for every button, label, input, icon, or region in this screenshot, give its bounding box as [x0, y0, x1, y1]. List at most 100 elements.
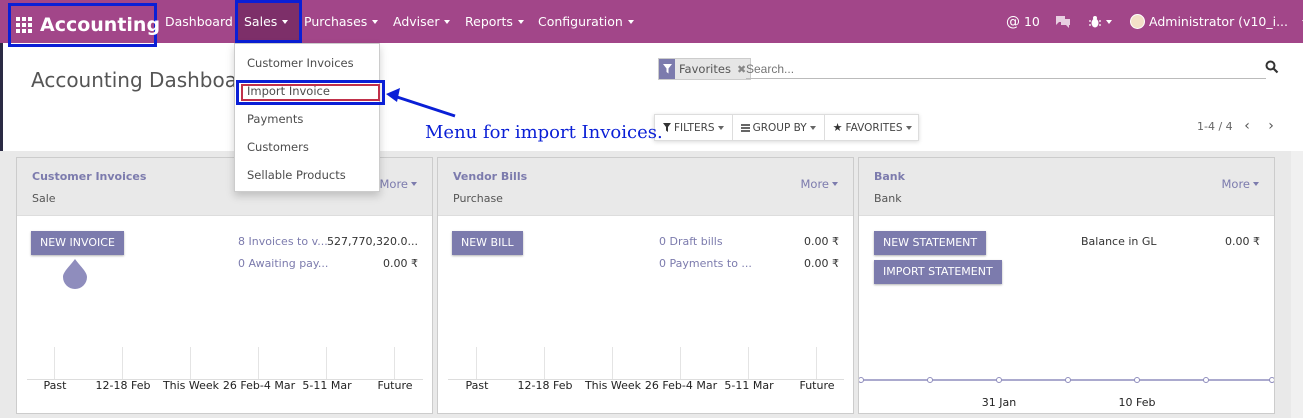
import-statement-button[interactable]: IMPORT STATEMENT	[874, 260, 1002, 284]
chevron-down-icon	[444, 20, 451, 24]
chevron-down-icon	[282, 20, 289, 24]
search-bar[interactable]: Favorites ✖	[655, 55, 1287, 85]
mentions-count: 10	[1023, 14, 1040, 29]
nav-sales[interactable]: Sales	[244, 0, 289, 43]
x-tick-label: Future	[377, 379, 413, 392]
chevron-left-icon: ‹	[1244, 118, 1250, 134]
chart-gridline	[394, 347, 395, 379]
card-title[interactable]: Vendor Bills	[453, 170, 527, 183]
user-name: Administrator (v10_i...	[1149, 14, 1289, 29]
chevron-down-icon	[809, 125, 816, 130]
nav-configuration[interactable]: Configuration	[538, 0, 634, 43]
card-title[interactable]: Customer Invoices	[32, 170, 146, 183]
stat-label[interactable]: 0 Awaiting pay...	[238, 257, 328, 270]
pager-next-button[interactable]: ›	[1263, 117, 1279, 135]
close-icon[interactable]: ✖	[737, 63, 746, 76]
balance-label: Balance in GL	[1081, 235, 1157, 248]
import-invoice-highlight	[236, 80, 385, 105]
x-tick-label: 5-11 Mar	[302, 379, 352, 392]
nav-reports[interactable]: Reports	[465, 0, 524, 43]
stat-label[interactable]: 0 Draft bills	[659, 235, 723, 248]
app-name: Accounting	[40, 14, 161, 36]
chart-gridline	[54, 347, 55, 379]
chevron-down-icon	[517, 20, 524, 24]
chevron-down-icon	[372, 20, 379, 24]
more-button[interactable]: More	[800, 177, 838, 191]
x-tick-label: This Week	[584, 379, 642, 392]
chevron-down-icon	[905, 125, 912, 130]
new-statement-button[interactable]: NEW STATEMENT	[874, 231, 987, 255]
chevron-down-icon	[717, 125, 724, 130]
more-button[interactable]: More	[1221, 177, 1259, 191]
chevron-right-icon: ›	[1268, 118, 1274, 134]
chart-gridline	[544, 347, 545, 379]
top-navbar: Accounting Dashboard Sales Purchases Adv…	[0, 0, 1303, 47]
sales-dropdown-menu: Customer Invoices Import Invoice Payment…	[234, 43, 380, 192]
chevron-down-icon	[411, 182, 417, 186]
x-tick-label: 12-18 Feb	[517, 379, 573, 392]
search-input[interactable]	[746, 59, 1266, 79]
search-icon[interactable]	[1265, 60, 1279, 77]
card-title[interactable]: Bank	[874, 170, 905, 183]
chevron-down-icon	[627, 20, 634, 24]
chat-button[interactable]	[1055, 0, 1071, 43]
x-tick-label: 5-11 Mar	[724, 379, 774, 392]
tooltip-drop-icon	[63, 259, 87, 289]
pager-previous-button[interactable]: ‹	[1239, 117, 1255, 135]
stat-label[interactable]: 0 Payments to ...	[659, 257, 752, 270]
app-brand[interactable]: Accounting	[8, 3, 161, 47]
x-tick-label: 31 Jan	[981, 396, 1017, 409]
apps-grid-icon[interactable]	[16, 17, 32, 33]
new-invoice-button[interactable]: NEW INVOICE	[31, 231, 124, 255]
card-subtitle: Sale	[32, 192, 56, 205]
user-menu[interactable]: Administrator (v10_i...	[1130, 0, 1303, 43]
filter-icon	[663, 123, 671, 132]
menu-item-customer-invoices[interactable]: Customer Invoices	[247, 56, 354, 70]
journal-card-vendor-bills: Vendor Bills Purchase More NEW BILL 0 Dr…	[437, 157, 854, 414]
x-tick-label: Past	[465, 379, 489, 392]
chevron-down-icon	[1253, 182, 1259, 186]
chart-gridline	[476, 347, 477, 379]
window-edge	[0, 43, 3, 151]
x-tick-label: 12-18 Feb	[95, 379, 151, 392]
page-title: Accounting Dashboard	[31, 68, 258, 92]
stat-label[interactable]: 8 Invoices to v...	[238, 235, 328, 248]
x-tick-label: Past	[43, 379, 67, 392]
nav-adviser[interactable]: Adviser	[393, 0, 451, 43]
stat-value: 527,770,320.0...	[327, 235, 418, 248]
filters-button[interactable]: FILTERS	[655, 115, 733, 140]
stat-value: 0.00 ₹	[383, 257, 418, 270]
x-tick-label: 10 Feb	[1118, 396, 1156, 409]
stat-value: 0.00 ₹	[804, 235, 839, 248]
chart-gridline	[190, 347, 191, 379]
menu-item-customers[interactable]: Customers	[247, 140, 309, 154]
journal-card-customer-invoices: Customer Invoices Sale More NEW INVOICE …	[16, 157, 433, 414]
chart-gridline	[680, 347, 681, 379]
menu-item-sellable-products[interactable]: Sellable Products	[247, 168, 346, 182]
at-icon: @	[1006, 14, 1020, 30]
chart-gridline	[122, 347, 123, 379]
nav-dashboard[interactable]: Dashboard	[165, 0, 233, 43]
search-facet[interactable]: Favorites ✖	[658, 58, 752, 80]
new-bill-button[interactable]: NEW BILL	[452, 231, 523, 255]
menu-item-payments[interactable]: Payments	[247, 112, 303, 126]
mentions-button[interactable]: @ 10	[1006, 0, 1040, 43]
chevron-down-icon	[832, 182, 838, 186]
nav-purchases[interactable]: Purchases	[304, 0, 379, 43]
bug-icon	[1089, 16, 1101, 28]
pager-value: 1-4 / 4	[1197, 120, 1233, 133]
x-tick-label: 26 Feb-4 Mar	[644, 379, 718, 392]
stat-value: 0.00 ₹	[804, 257, 839, 270]
scrollbar[interactable]	[1291, 151, 1303, 418]
group-by-button[interactable]: GROUP BY	[733, 115, 825, 140]
card-subtitle: Bank	[874, 192, 902, 205]
favorites-button[interactable]: ★ FAVORITES	[825, 115, 920, 140]
bank-balance-line	[859, 377, 1274, 383]
search-options-toolbar: FILTERS GROUP BY ★ FAVORITES	[654, 114, 919, 141]
card-subtitle: Purchase	[453, 192, 503, 205]
facet-label: Favorites	[679, 62, 731, 76]
avatar	[1130, 14, 1145, 29]
more-button[interactable]: More	[379, 177, 417, 191]
debug-menu[interactable]	[1089, 0, 1112, 43]
list-icon	[740, 123, 750, 132]
